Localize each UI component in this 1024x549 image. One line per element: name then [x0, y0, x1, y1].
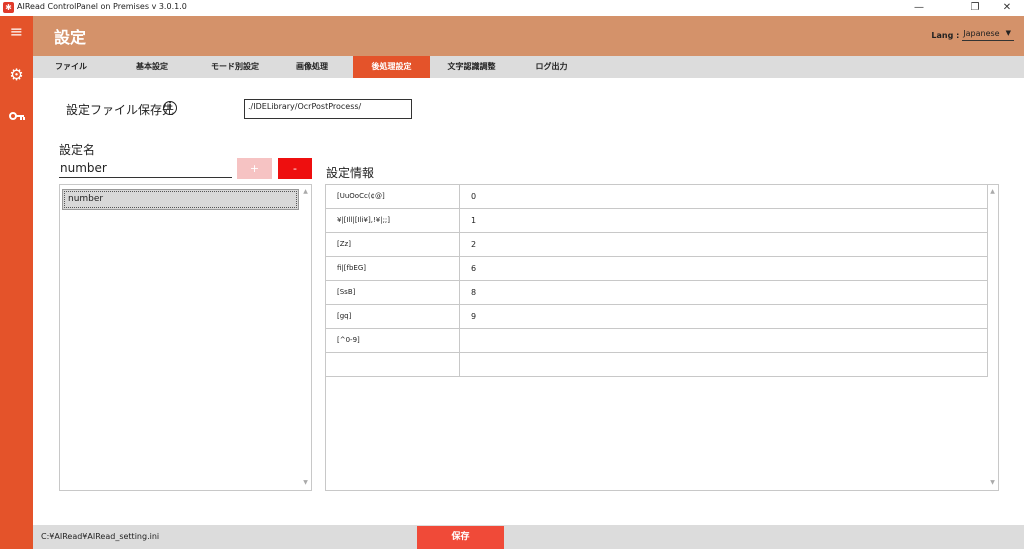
- add-button[interactable]: +: [237, 158, 272, 179]
- setting-info-label: 設定情報: [326, 166, 375, 180]
- pattern-cell[interactable]: [Zz]: [326, 233, 460, 256]
- tab-basic-settings[interactable]: 基本設定: [116, 56, 188, 78]
- gear-icon[interactable]: ⚙: [0, 63, 33, 87]
- setting-name-label: 設定名: [59, 143, 96, 157]
- table-row: ¥|[Ill|[Ili¥],!¥|;;] 1: [326, 209, 987, 233]
- value-cell[interactable]: 0: [461, 185, 987, 208]
- pattern-cell[interactable]: [UuOoCc(¢@]: [326, 185, 460, 208]
- table-row: [gq] 9: [326, 305, 987, 329]
- grid-scrollbar[interactable]: ▲ ▼: [987, 185, 998, 490]
- value-cell[interactable]: 9: [461, 305, 987, 328]
- language-selector[interactable]: Lang : Japanese ▼: [931, 29, 1014, 41]
- tab-log-output[interactable]: ログ出力: [513, 56, 590, 78]
- delete-button[interactable]: -: [278, 158, 312, 179]
- settings-file-path: C:¥AIRead¥AIRead_setting.ini: [41, 532, 160, 541]
- scroll-up-icon[interactable]: ▲: [987, 187, 998, 197]
- scroll-down-icon[interactable]: ▼: [987, 478, 998, 488]
- scroll-up-icon[interactable]: ▲: [300, 187, 311, 197]
- table-row: [SsB] 8: [326, 281, 987, 305]
- table-row: [326, 353, 987, 377]
- language-dropdown[interactable]: Japanese ▼: [962, 29, 1014, 41]
- chevron-down-icon: ▼: [1005, 29, 1011, 37]
- tab-post-processing[interactable]: 後処理設定: [353, 56, 430, 78]
- value-cell[interactable]: [461, 353, 987, 376]
- value-cell[interactable]: 2: [461, 233, 987, 256]
- value-cell[interactable]: [461, 329, 987, 352]
- tab-file[interactable]: ファイル: [35, 56, 107, 78]
- pattern-cell[interactable]: fi|[fbEG]: [326, 257, 460, 280]
- table-row: [UuOoCc(¢@] 0: [326, 185, 987, 209]
- save-button[interactable]: 保存: [417, 526, 504, 549]
- pattern-cell[interactable]: ¥|[Ill|[Ili¥],!¥|;;]: [326, 209, 460, 232]
- close-button[interactable]: ✕: [992, 0, 1022, 16]
- list-item[interactable]: number: [62, 189, 299, 210]
- scroll-down-icon[interactable]: ▼: [300, 478, 311, 488]
- pattern-cell[interactable]: [SsB]: [326, 281, 460, 304]
- window-titlebar: ✱ AIRead ControlPanel on Premises v 3.0.…: [0, 0, 1024, 16]
- tab-mode-settings[interactable]: モード別設定: [197, 56, 273, 78]
- page-title: 設定: [54, 28, 87, 47]
- pattern-cell[interactable]: [^0-9]: [326, 329, 460, 352]
- tab-image-processing[interactable]: 画像処理: [275, 56, 349, 78]
- language-value: Japanese: [963, 29, 1000, 38]
- save-location-label: 設定ファイル保存先: [66, 103, 175, 117]
- pattern-cell[interactable]: [gq]: [326, 305, 460, 328]
- table-row: [Zz] 2: [326, 233, 987, 257]
- value-cell[interactable]: 1: [461, 209, 987, 232]
- page-header: 設定 Lang : Japanese ▼: [33, 16, 1024, 56]
- info-icon[interactable]: i: [163, 101, 177, 115]
- language-label: Lang :: [931, 30, 960, 40]
- maximize-button[interactable]: ❐: [960, 0, 990, 16]
- key-icon[interactable]: [0, 104, 33, 128]
- value-cell[interactable]: 6: [461, 257, 987, 280]
- table-row: fi|[fbEG] 6: [326, 257, 987, 281]
- window-title: AIRead ControlPanel on Premises v 3.0.1.…: [17, 2, 187, 11]
- pattern-cell[interactable]: [326, 353, 460, 376]
- setting-list[interactable]: number ▲ ▼: [59, 184, 312, 491]
- save-location-field[interactable]: ./IDELibrary/OcrPostProcess/: [244, 99, 412, 119]
- list-scrollbar[interactable]: ▲ ▼: [300, 185, 311, 490]
- setting-name-input[interactable]: [59, 159, 232, 178]
- value-cell[interactable]: 8: [461, 281, 987, 304]
- app-logo-icon: ✱: [3, 2, 14, 13]
- sidebar: ≡ ⚙: [0, 16, 33, 549]
- minimize-button[interactable]: —: [904, 0, 934, 16]
- setting-info-grid: [UuOoCc(¢@] 0 ¥|[Ill|[Ili¥],!¥|;;] 1 [Zz…: [325, 184, 999, 491]
- table-row: [^0-9]: [326, 329, 987, 353]
- tab-character-recognition[interactable]: 文字認識調整: [433, 56, 510, 78]
- tab-bar: ファイル 基本設定 モード別設定 画像処理 後処理設定 文字認識調整 ログ出力: [33, 56, 1024, 78]
- footer-bar: C:¥AIRead¥AIRead_setting.ini 保存: [33, 525, 1024, 549]
- menu-icon[interactable]: ≡: [0, 20, 33, 44]
